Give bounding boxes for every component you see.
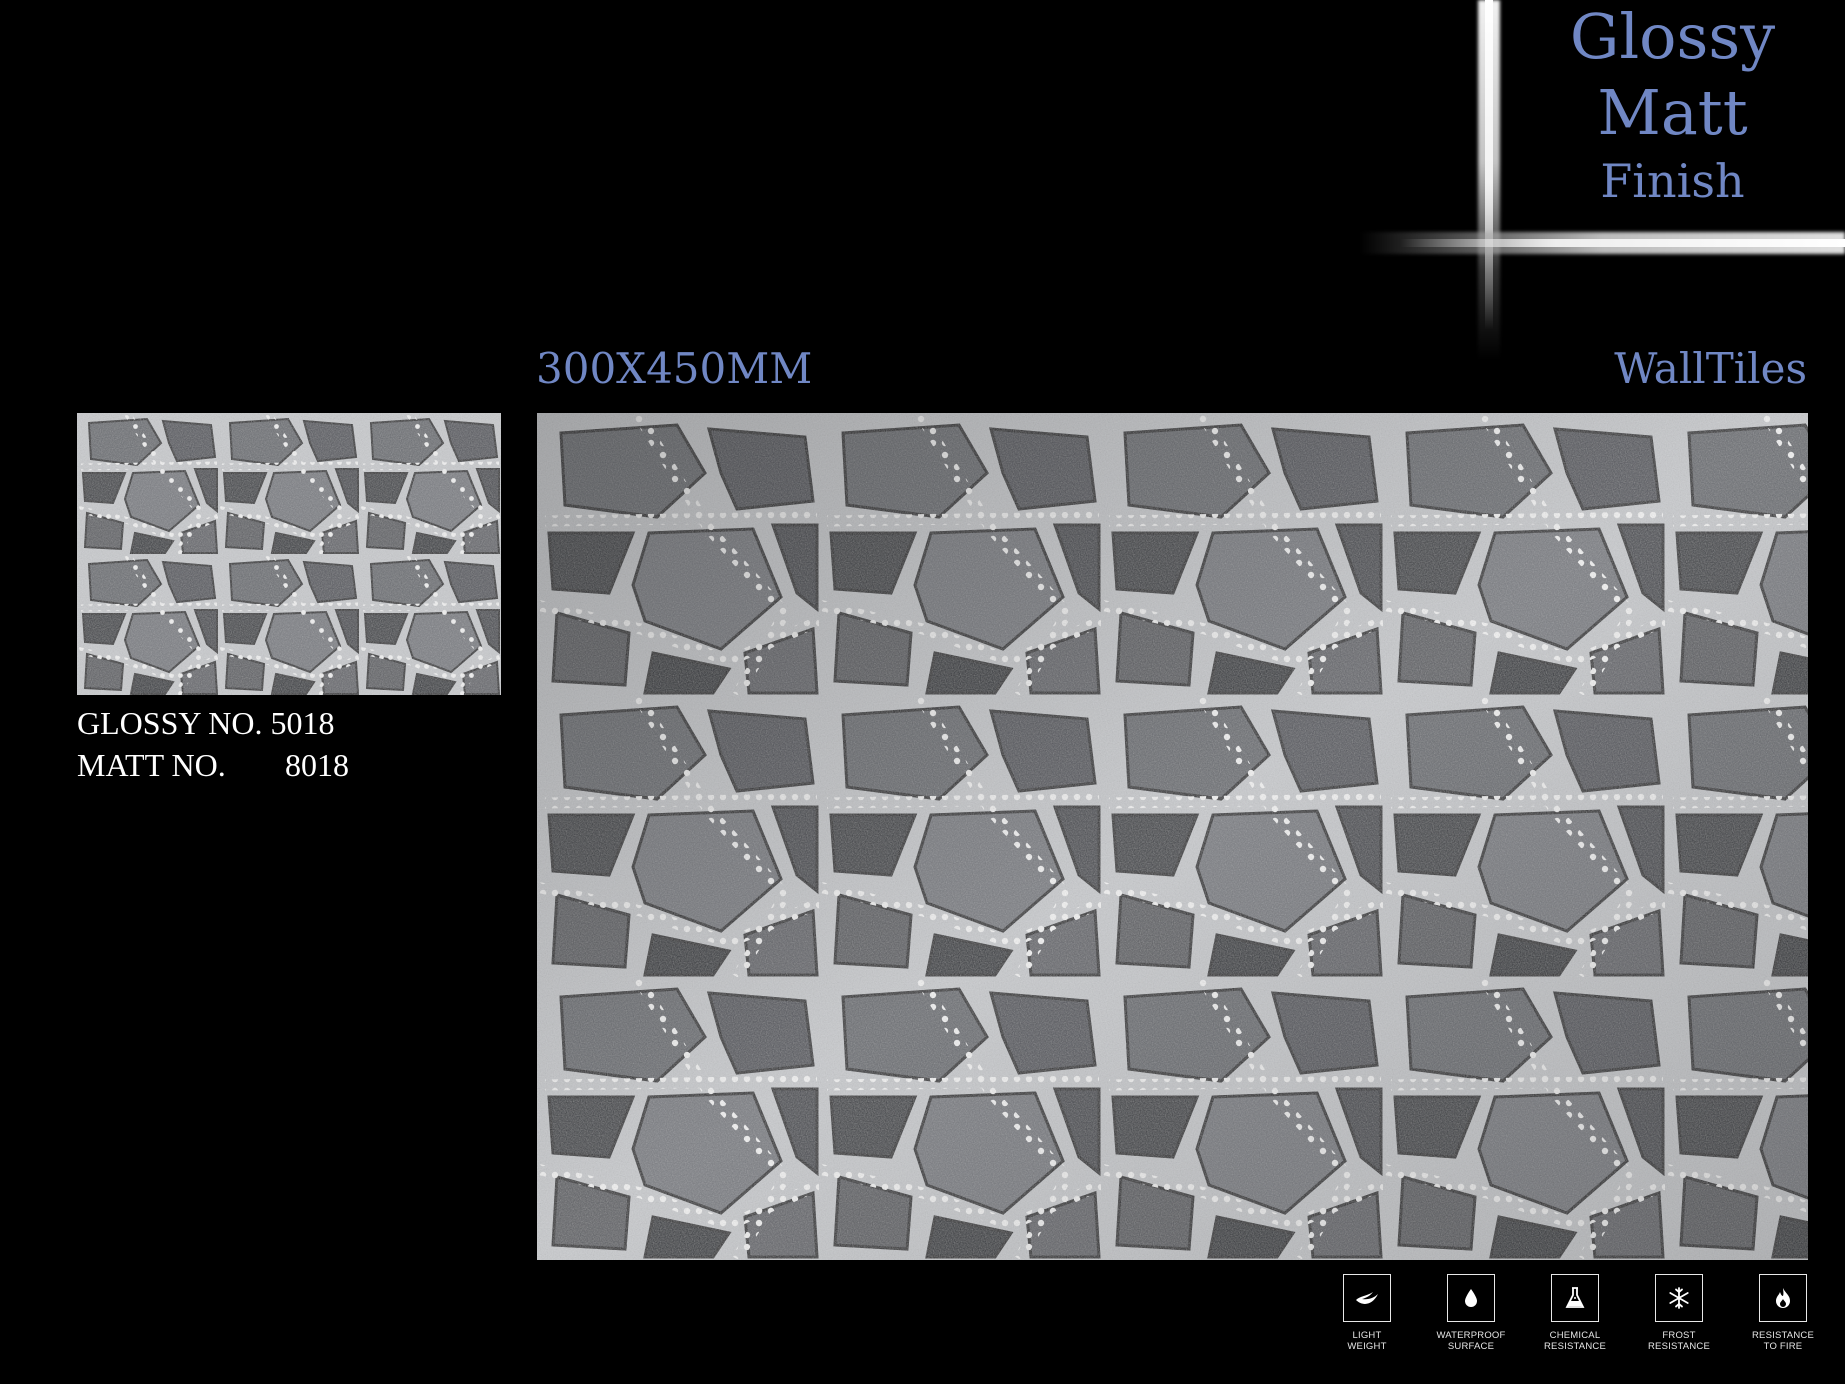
feather-icon bbox=[1343, 1274, 1391, 1322]
feature-icon-bar: LIGHT WEIGHT WATERPROOF SURFACE CHEMICAL… bbox=[1325, 1272, 1825, 1362]
product-code-list: GLOSSY NO. 5018 MATT NO. 8018 bbox=[77, 702, 349, 786]
water-drop-icon bbox=[1447, 1274, 1495, 1322]
light-beam-vertical-core bbox=[1485, 0, 1493, 330]
feature-chemical-resistance: CHEMICAL RESISTANCE bbox=[1533, 1272, 1617, 1362]
feature-label: FROST RESISTANCE bbox=[1647, 1330, 1710, 1352]
feature-frost-resistance: FROST RESISTANCE bbox=[1637, 1272, 1721, 1362]
flame-icon bbox=[1759, 1274, 1807, 1322]
feature-waterproof-surface: WATERPROOF SURFACE bbox=[1429, 1272, 1513, 1362]
finish-heading-matt: Matt bbox=[1597, 76, 1748, 149]
feature-label: CHEMICAL RESISTANCE bbox=[1543, 1330, 1606, 1352]
feature-resistance-to-fire: RESISTANCE TO FIRE bbox=[1741, 1272, 1825, 1362]
glossy-code-row: GLOSSY NO. 5018 bbox=[77, 702, 349, 744]
finish-heading: Glossy Matt Finish bbox=[1530, 6, 1815, 218]
feature-light-weight: LIGHT WEIGHT bbox=[1325, 1272, 1409, 1362]
matt-code-row: MATT NO. 8018 bbox=[77, 744, 349, 786]
tile-main-pattern bbox=[537, 413, 1808, 1260]
matt-code-value: 8018 bbox=[285, 747, 349, 783]
glossy-code-value: 5018 bbox=[270, 705, 335, 741]
tile-size-label: 300X450MM bbox=[536, 344, 813, 393]
feature-label: LIGHT WEIGHT bbox=[1347, 1330, 1387, 1352]
snowflake-icon bbox=[1655, 1274, 1703, 1322]
tile-type-label: WallTiles bbox=[1614, 344, 1807, 393]
feature-label: WATERPROOF SURFACE bbox=[1436, 1330, 1506, 1352]
feature-label: RESISTANCE TO FIRE bbox=[1751, 1330, 1814, 1352]
finish-heading-finish: Finish bbox=[1600, 154, 1745, 208]
tile-thumbnail-image bbox=[77, 413, 501, 695]
flask-icon bbox=[1551, 1274, 1599, 1322]
finish-heading-glossy: Glossy bbox=[1569, 0, 1776, 73]
tile-thumbnail-pattern bbox=[77, 413, 501, 695]
light-beam-horizontal-core bbox=[1400, 239, 1845, 247]
matt-code-label: MATT NO. bbox=[77, 747, 226, 783]
tile-main-image bbox=[537, 413, 1808, 1260]
glossy-code-label: GLOSSY NO. bbox=[77, 705, 263, 741]
